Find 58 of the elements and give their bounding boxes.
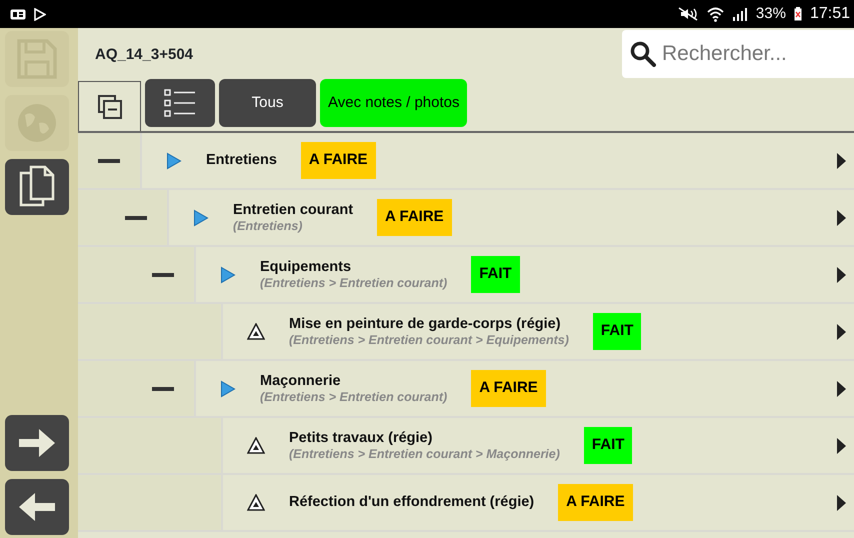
chevron-right-icon[interactable] bbox=[837, 494, 846, 510]
back-button[interactable] bbox=[5, 479, 69, 535]
search-icon bbox=[630, 41, 656, 67]
item-path: (Entretiens) bbox=[233, 218, 304, 234]
item-title: Mise en peinture de garde-corps (régie) bbox=[289, 316, 562, 333]
warning-sign-icon bbox=[247, 437, 265, 454]
status-tag: A FAIRE bbox=[558, 484, 633, 521]
play-store-icon bbox=[34, 8, 46, 20]
list-view-button[interactable] bbox=[145, 79, 215, 127]
item-title: Maçonnerie bbox=[260, 372, 342, 390]
status-tag: A FAIRE bbox=[471, 370, 546, 407]
collapse-all-button[interactable] bbox=[78, 81, 141, 131]
list-icon bbox=[164, 88, 196, 118]
status-tag: A FAIRE bbox=[377, 199, 452, 236]
status-tag: FAIT bbox=[584, 427, 632, 464]
document-title: AQ_14_3+504 bbox=[94, 45, 193, 66]
play-icon bbox=[166, 152, 182, 170]
play-icon bbox=[193, 208, 209, 226]
signal-icon bbox=[732, 7, 748, 21]
chevron-right-icon[interactable] bbox=[837, 324, 846, 340]
search-field[interactable]: Rechercher... bbox=[660, 37, 840, 71]
chevron-right-icon[interactable] bbox=[837, 438, 846, 454]
item-path: (Entretiens > Entretien courant > Equipements) bbox=[289, 332, 569, 348]
warning-sign-icon bbox=[247, 494, 265, 511]
collapse-toggle[interactable] bbox=[98, 158, 120, 162]
item-path: (Entretiens > Entretien courant) bbox=[260, 276, 448, 290]
chevron-right-icon[interactable] bbox=[837, 152, 846, 168]
search-box[interactable]: Rechercher... bbox=[622, 30, 854, 78]
item-path: (Entretiens > Entretien courant > Maçonnerie) bbox=[289, 446, 560, 462]
play-icon bbox=[220, 266, 236, 284]
wifi-icon bbox=[706, 6, 724, 22]
filter-tab[interactable]: Tous bbox=[219, 79, 316, 127]
copy-button[interactable] bbox=[5, 159, 69, 215]
chevron-right-icon[interactable] bbox=[837, 266, 846, 282]
battery-icon bbox=[794, 7, 802, 21]
collapse-toggle[interactable] bbox=[152, 386, 174, 390]
item-title: Entretiens bbox=[206, 152, 277, 169]
chevron-right-icon[interactable] bbox=[837, 210, 846, 226]
item-title: Equipements bbox=[260, 258, 352, 276]
status-tag: FAIT bbox=[592, 313, 642, 350]
warning-sign-icon bbox=[247, 323, 265, 340]
status-tag: A FAIRE bbox=[300, 142, 376, 179]
filter-tab[interactable]: Avec notes / photos bbox=[320, 79, 468, 127]
status-tag: FAIT bbox=[471, 256, 520, 293]
collapse-icon bbox=[96, 94, 122, 120]
chevron-right-icon[interactable] bbox=[837, 380, 846, 396]
play-icon bbox=[220, 380, 236, 398]
item-title: Réfection d'un effondrement (régie) bbox=[289, 494, 534, 511]
item-title: Petits travaux (régie) bbox=[289, 430, 434, 447]
item-title: Entretien courant bbox=[233, 202, 354, 219]
collapse-toggle[interactable] bbox=[152, 272, 174, 276]
clock-text: 17:51 bbox=[810, 4, 850, 24]
item-path: (Entretiens > Entretien courant) bbox=[260, 390, 448, 404]
notification-icon bbox=[10, 8, 26, 20]
next-button[interactable] bbox=[5, 415, 69, 471]
collapse-toggle[interactable] bbox=[125, 216, 147, 220]
battery-percent-text: 33% bbox=[756, 4, 786, 24]
mute-icon bbox=[676, 7, 699, 21]
